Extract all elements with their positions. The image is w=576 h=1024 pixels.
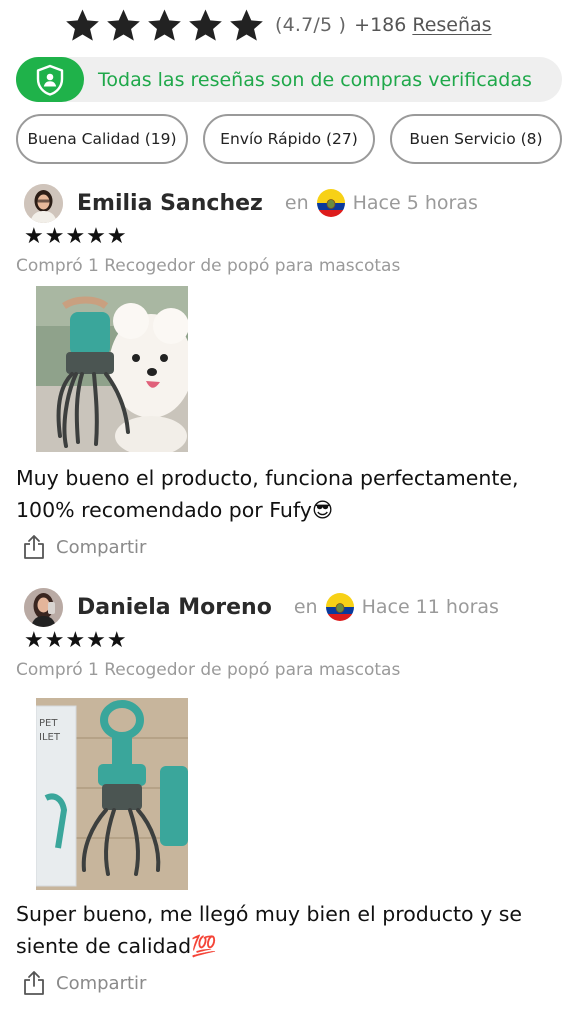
rating-stars bbox=[64, 7, 265, 44]
location-prefix: en bbox=[284, 192, 309, 214]
verified-banner-text: Todas las reseñas son de compras verific… bbox=[98, 68, 532, 91]
purchase-info: Compró 1 Recogedor de popó para mascotas bbox=[16, 660, 401, 680]
rating-score: (4.7/5 ) bbox=[275, 14, 347, 36]
review-time: Hace 5 horas bbox=[352, 192, 478, 214]
review-time: Hace 11 horas bbox=[361, 596, 499, 618]
share-button[interactable]: Compartir bbox=[22, 534, 146, 560]
purchase-info: Compró 1 Recogedor de popó para mascotas bbox=[16, 256, 401, 276]
reviewer-name: Emilia Sanchez bbox=[77, 190, 263, 216]
share-icon bbox=[24, 535, 44, 559]
reviewer-info: Daniela Moreno en Hace 11 horas bbox=[24, 587, 499, 627]
star-icon bbox=[107, 8, 140, 41]
share-button[interactable]: Compartir bbox=[22, 970, 146, 996]
location-prefix: en bbox=[293, 596, 318, 618]
verified-purchases-banner: Todas las reseñas son de compras verific… bbox=[16, 57, 562, 102]
filter-chip-good-service[interactable]: Buen Servicio (8) bbox=[390, 114, 562, 164]
svg-text:ILET: ILET bbox=[39, 732, 61, 743]
avatar bbox=[24, 183, 63, 223]
review-text: Super bueno, me llegó muy bien el produc… bbox=[16, 902, 523, 958]
review-stars: ★★★★★ bbox=[24, 628, 128, 653]
review-stars: ★★★★★ bbox=[24, 224, 128, 249]
share-label: Compartir bbox=[56, 972, 147, 994]
star-icon bbox=[189, 8, 222, 41]
star-icon bbox=[148, 8, 181, 41]
ecuador-flag-icon bbox=[325, 593, 354, 621]
review-photo[interactable]: PET ILET bbox=[36, 698, 188, 890]
star-icon bbox=[230, 8, 263, 41]
reviewer-name: Daniela Moreno bbox=[77, 594, 272, 620]
svg-text:PET: PET bbox=[39, 718, 58, 729]
verified-badge bbox=[16, 57, 84, 102]
filter-chip-fast-shipping[interactable]: Envío Rápido (27) bbox=[203, 114, 375, 164]
review-filters: Buena Calidad (19) Envío Rápido (27) Bue… bbox=[16, 114, 562, 164]
verified-user-shield-icon bbox=[36, 64, 64, 96]
share-icon bbox=[24, 971, 44, 995]
review-text: Muy bueno el producto, funciona perfecta… bbox=[16, 466, 519, 522]
share-label: Compartir bbox=[56, 536, 147, 558]
reviewer-info: Emilia Sanchez en Hace 5 horas bbox=[24, 183, 478, 223]
filter-chip-good-quality[interactable]: Buena Calidad (19) bbox=[16, 114, 188, 164]
ecuador-flag-icon bbox=[316, 189, 345, 217]
star-icon bbox=[66, 8, 99, 41]
avatar bbox=[24, 587, 63, 627]
rating-summary: (4.7/5 ) +186 Reseñas bbox=[64, 6, 492, 44]
review-photo[interactable] bbox=[36, 286, 188, 452]
rating-count: +186 bbox=[354, 14, 407, 36]
reviews-link[interactable]: Reseñas bbox=[412, 14, 491, 36]
